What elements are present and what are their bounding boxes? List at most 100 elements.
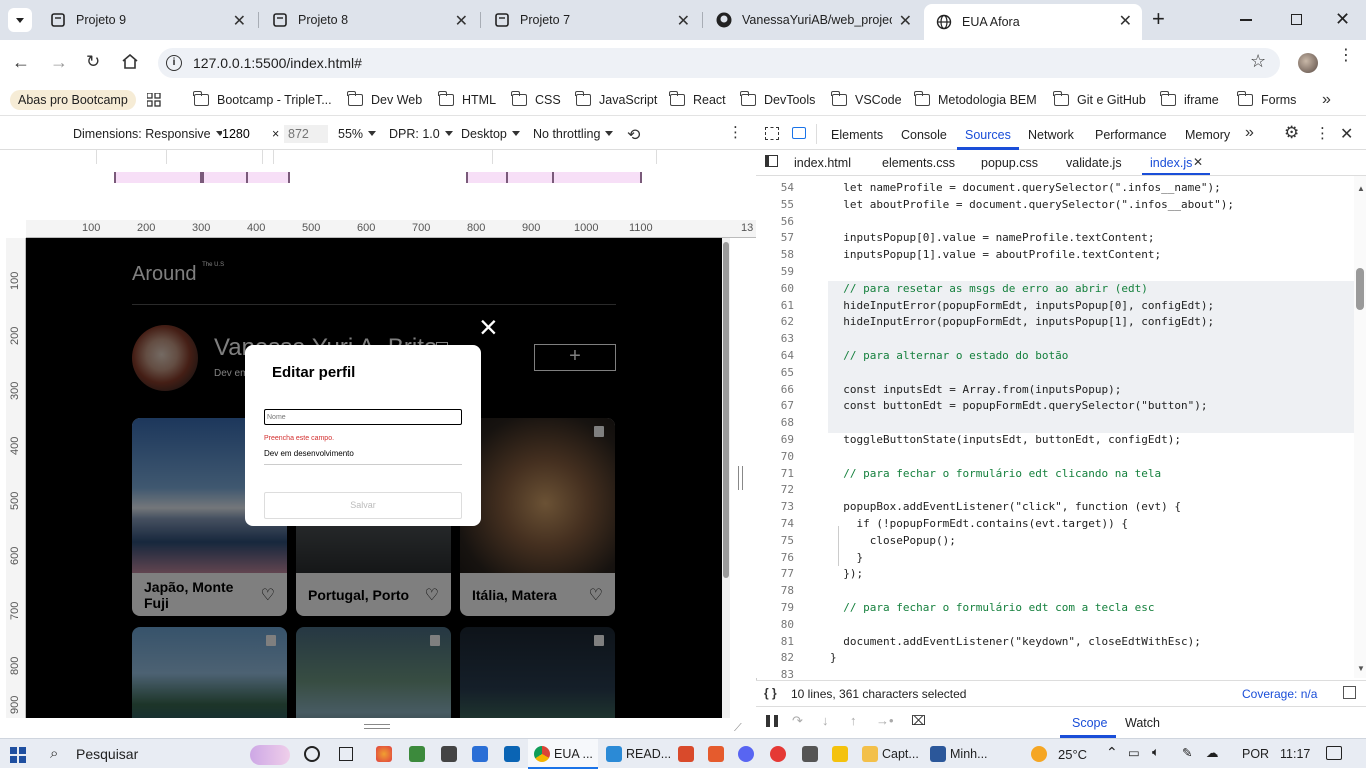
new-tab-button[interactable]: + [1152, 8, 1165, 30]
line-number[interactable]: 71 [766, 467, 794, 480]
step-icon[interactable]: →• [876, 713, 894, 728]
zoom-select[interactable]: 55% [338, 127, 377, 141]
resize-handle-right[interactable] [738, 466, 743, 490]
restore-button[interactable] [1291, 14, 1302, 25]
chevron-up-icon[interactable]: ⌃ [1106, 744, 1118, 761]
taskbar-app-icon[interactable] [472, 746, 488, 762]
save-button[interactable]: Salvar [264, 492, 462, 519]
line-number[interactable]: 61 [766, 299, 794, 312]
taskbar-app-icon[interactable] [409, 746, 425, 762]
page-scrollbar[interactable] [722, 238, 730, 718]
line-number[interactable]: 80 [766, 618, 794, 631]
avatar[interactable] [1298, 53, 1318, 73]
device-mode-select[interactable]: Desktop [461, 127, 520, 141]
windows-start-icon[interactable] [10, 747, 26, 766]
sidebar-toggle-icon[interactable] [765, 155, 778, 167]
bookmark-folder[interactable]: Bootcamp - TripleT... [193, 91, 332, 107]
tab-projeto-7[interactable]: Projeto 7 ✕ [482, 4, 700, 36]
minimize-button[interactable] [1240, 19, 1252, 21]
chevron-right-icon[interactable]: » [1322, 91, 1331, 109]
dpr-select[interactable]: DPR: 1.0 [389, 127, 453, 141]
file-tab-index-js[interactable]: index.js [1150, 156, 1192, 170]
line-number[interactable]: 54 [766, 181, 794, 194]
code-line[interactable]: } [830, 551, 863, 564]
weather-icon[interactable] [1031, 746, 1047, 762]
code-line[interactable]: toggleButtonState(inputsEdt, buttonEdt, … [830, 433, 1181, 446]
network-icon[interactable]: ▭ [1128, 745, 1140, 760]
more-tabs-icon[interactable]: » [1245, 124, 1254, 142]
devtools-menu-icon[interactable]: ⋮ [1315, 124, 1330, 142]
resize-handle-bottom[interactable] [364, 724, 390, 729]
width-input[interactable] [222, 125, 266, 143]
bookmark-folder[interactable]: Dev Web [347, 91, 422, 107]
bookmark-folder[interactable]: Metodologia BEM [914, 91, 1037, 107]
apps-grid-icon[interactable] [146, 92, 161, 110]
code-line[interactable]: // para resetar as msgs de erro ao abrir… [830, 282, 1148, 295]
line-number[interactable]: 78 [766, 584, 794, 597]
bookmark-folder[interactable]: HTML [438, 91, 496, 107]
code-line[interactable]: const inputsEdt = Array.from(inputsPopup… [830, 383, 1121, 396]
close-icon[interactable]: ✕ [899, 11, 912, 31]
taskbar-chrome[interactable]: EUA ... [528, 739, 598, 769]
taskbar-app-icon[interactable] [678, 746, 694, 762]
name-input[interactable] [264, 409, 462, 425]
line-number[interactable]: 65 [766, 366, 794, 379]
tab-console[interactable]: Console [901, 128, 947, 142]
line-number[interactable]: 59 [766, 265, 794, 278]
taskbar-word[interactable]: Minh... [926, 739, 996, 769]
throttling-select[interactable]: No throttling [533, 127, 614, 141]
bookmark-star-icon[interactable]: ☆ [1250, 51, 1266, 72]
line-number[interactable]: 75 [766, 534, 794, 547]
taskbar-app-icon[interactable] [832, 746, 848, 762]
bookmark-folder[interactable]: CSS [511, 91, 561, 107]
code-line[interactable]: const buttonEdt = popupFormEdt.querySele… [830, 399, 1207, 412]
device-options-icon[interactable]: ⋮ [728, 123, 743, 141]
line-number[interactable]: 79 [766, 601, 794, 614]
close-icon[interactable]: ✕ [1119, 11, 1132, 31]
code-line[interactable]: hideInputError(popupFormEdt, inputsPopup… [830, 315, 1214, 328]
code-line[interactable]: let nameProfile = document.querySelector… [830, 181, 1221, 194]
taskbar-app-icon[interactable] [441, 746, 457, 762]
code-editor[interactable]: 54 let nameProfile = document.querySelec… [756, 176, 1354, 678]
language-indicator[interactable]: POR [1242, 747, 1269, 761]
step-out-icon[interactable]: ↑ [850, 713, 857, 728]
code-line[interactable]: inputsPopup[0].value = nameProfile.textC… [830, 231, 1154, 244]
code-line[interactable]: hideInputError(popupFormEdt, inputsPopup… [830, 299, 1214, 312]
bookmark-folder[interactable]: React [669, 91, 726, 107]
pen-icon[interactable]: ✎ [1182, 745, 1192, 760]
url-text[interactable]: 127.0.0.1:5500/index.html# [193, 55, 362, 71]
widgets-icon[interactable] [339, 747, 353, 761]
rotate-icon[interactable]: ⟲ [627, 125, 640, 145]
home-icon[interactable] [122, 53, 138, 72]
weather-temp[interactable]: 25°C [1058, 747, 1087, 762]
taskbar-search[interactable]: Pesquisar [76, 746, 138, 762]
step-into-icon[interactable]: ↓ [822, 713, 829, 728]
taskbar-app-icon[interactable] [770, 746, 786, 762]
file-tab-index-html[interactable]: index.html [794, 156, 851, 170]
code-line[interactable]: document.addEventListener("keydown", clo… [830, 635, 1201, 648]
forward-button[interactable]: → [50, 52, 68, 73]
close-icon[interactable]: × [479, 311, 498, 343]
taskbar-app-icon[interactable] [708, 746, 724, 762]
menu-kebab-icon[interactable]: ⋮ [1338, 48, 1354, 64]
calculator-icon[interactable] [802, 746, 818, 762]
back-button[interactable]: ← [12, 52, 30, 73]
reload-button[interactable]: ↻ [86, 52, 100, 72]
code-line[interactable]: let aboutProfile = document.querySelecto… [830, 198, 1234, 211]
close-file-icon[interactable]: ✕ [1193, 155, 1203, 169]
code-line[interactable]: // para fechar o formulário edt com a te… [830, 601, 1154, 614]
address-bar[interactable]: i 127.0.0.1:5500/index.html# ☆ [158, 48, 1280, 78]
tab-network[interactable]: Network [1028, 128, 1074, 142]
tab-projeto-8[interactable]: Projeto 8 ✕ [260, 4, 478, 36]
bookmark-folder[interactable]: Git e GitHub [1053, 91, 1146, 107]
bookmark-folder[interactable]: iframe [1160, 91, 1219, 107]
tab-eua-afora[interactable]: EUA Afora ✕ [924, 4, 1142, 40]
settings-gear-icon[interactable]: ⚙ [1284, 123, 1299, 143]
discord-icon[interactable] [738, 746, 754, 762]
search-icon[interactable]: ⌕ [50, 745, 58, 762]
close-icon[interactable]: ✕ [455, 11, 468, 31]
file-tab-elements-css[interactable]: elements.css [882, 156, 955, 170]
line-number[interactable]: 66 [766, 383, 794, 396]
taskbar-app-icon[interactable] [504, 746, 520, 762]
task-view-icon[interactable] [304, 746, 320, 762]
